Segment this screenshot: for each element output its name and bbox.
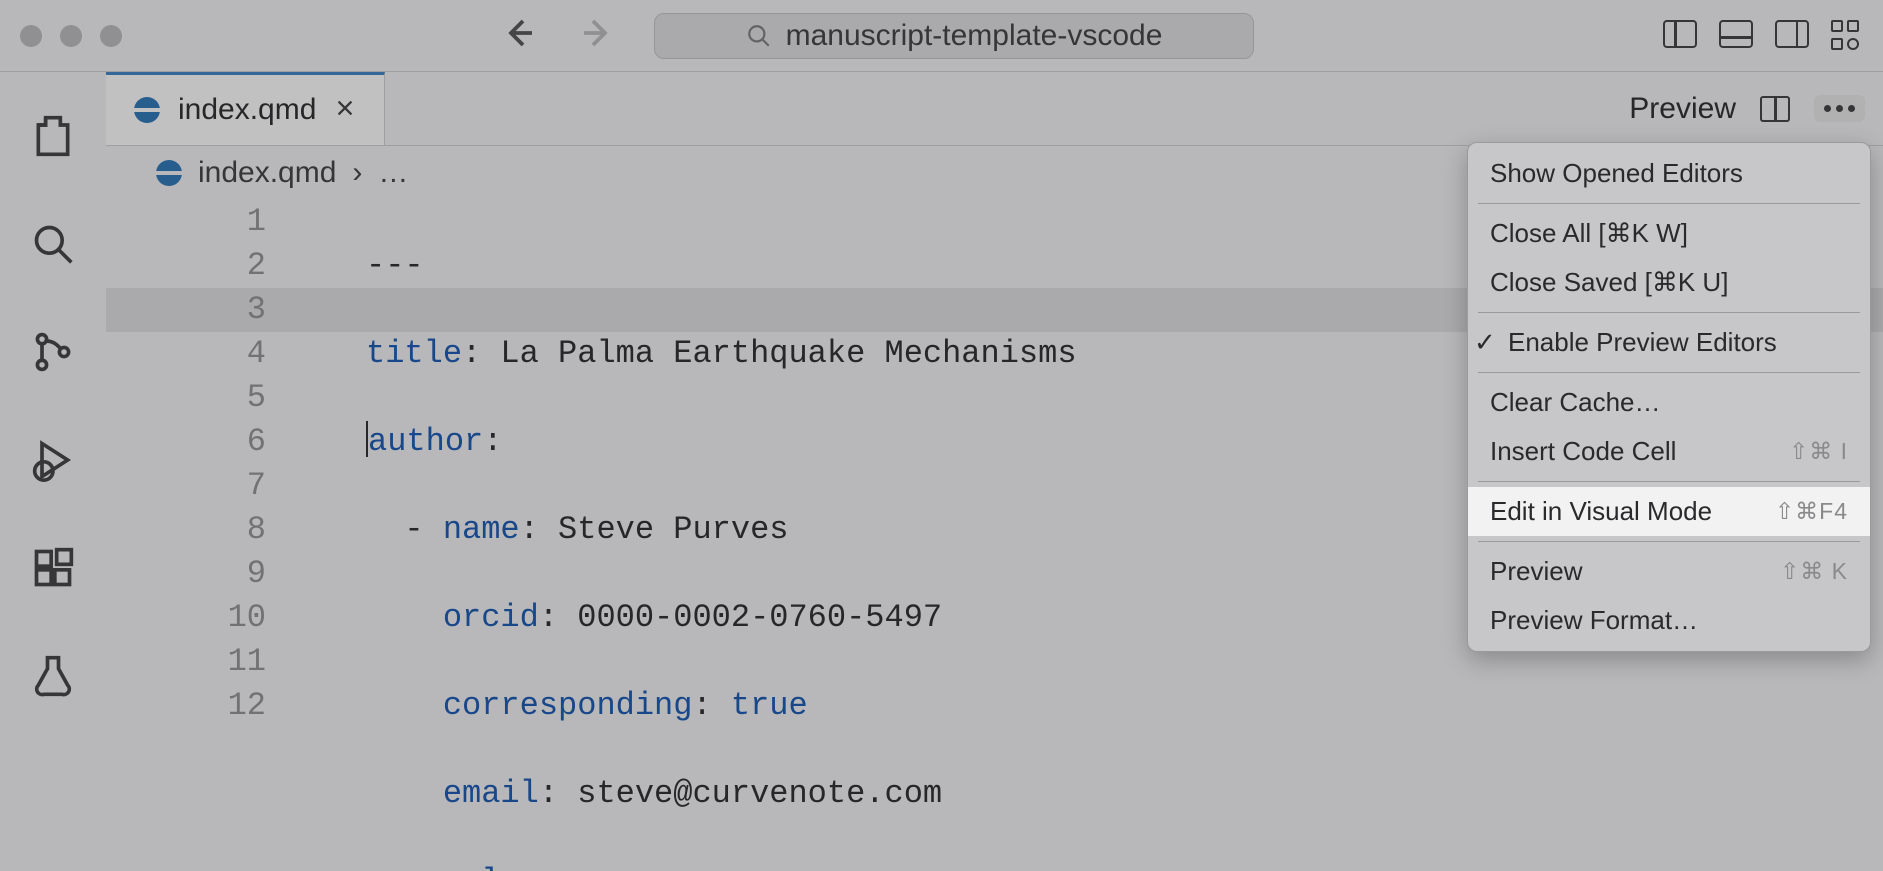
- menu-insert-code-cell[interactable]: Insert Code Cell⇧⌘ I: [1468, 427, 1870, 476]
- menu-separator: [1478, 541, 1860, 542]
- explorer-icon[interactable]: [29, 112, 77, 160]
- preview-button[interactable]: Preview: [1629, 92, 1736, 126]
- split-editor-icon[interactable]: [1760, 96, 1790, 122]
- customize-layout-icon[interactable]: [1831, 20, 1863, 52]
- quarto-file-icon: [134, 97, 160, 123]
- nav-forward-button: [578, 15, 614, 56]
- activity-bar: [0, 72, 106, 871]
- close-window-icon[interactable]: [20, 25, 42, 47]
- menu-show-opened-editors[interactable]: Show Opened Editors: [1468, 149, 1870, 198]
- menu-separator: [1478, 481, 1860, 482]
- menu-clear-cache[interactable]: Clear Cache…: [1468, 378, 1870, 427]
- check-icon: ✓: [1474, 327, 1496, 358]
- command-center[interactable]: manuscript-template-vscode: [654, 13, 1254, 59]
- editor-actions: Preview: [1629, 72, 1865, 145]
- source-control-icon[interactable]: [29, 328, 77, 376]
- menu-enable-preview-editors[interactable]: ✓Enable Preview Editors: [1468, 318, 1870, 367]
- tab-index-qmd[interactable]: index.qmd: [106, 72, 385, 145]
- menu-edit-visual-mode[interactable]: Edit in Visual Mode⇧⌘F4: [1468, 487, 1870, 536]
- editor-more-actions-menu: Show Opened Editors Close All [⌘K W] Clo…: [1467, 142, 1871, 652]
- tab-label: index.qmd: [178, 93, 316, 127]
- breadcrumb-file: index.qmd: [198, 156, 336, 190]
- more-actions-button[interactable]: [1814, 95, 1865, 122]
- menu-separator: [1478, 372, 1860, 373]
- toggle-panel-icon[interactable]: [1719, 20, 1753, 48]
- testing-icon[interactable]: [29, 652, 77, 700]
- command-center-text: manuscript-template-vscode: [786, 19, 1163, 53]
- titlebar: manuscript-template-vscode: [0, 0, 1883, 72]
- quarto-file-icon: [156, 160, 182, 186]
- chevron-right-icon: ›: [352, 156, 362, 190]
- nav-arrows: [502, 15, 614, 56]
- menu-close-saved[interactable]: Close Saved [⌘K U]: [1468, 258, 1870, 307]
- menu-close-all[interactable]: Close All [⌘K W]: [1468, 209, 1870, 258]
- zoom-window-icon[interactable]: [100, 25, 122, 47]
- toggle-secondary-sidebar-icon[interactable]: [1775, 20, 1809, 48]
- search-icon: [746, 23, 772, 49]
- menu-separator: [1478, 312, 1860, 313]
- minimize-window-icon[interactable]: [60, 25, 82, 47]
- tab-close-button[interactable]: [334, 93, 356, 127]
- search-icon[interactable]: [29, 220, 77, 268]
- nav-back-button[interactable]: [502, 15, 538, 56]
- extensions-icon[interactable]: [29, 544, 77, 592]
- breadcrumb-rest: …: [378, 156, 408, 190]
- window-controls: [20, 25, 122, 47]
- tab-bar: index.qmd Preview: [106, 72, 1883, 146]
- toggle-primary-sidebar-icon[interactable]: [1663, 20, 1697, 48]
- layout-controls: [1663, 20, 1863, 52]
- run-debug-icon[interactable]: [29, 436, 77, 484]
- menu-preview[interactable]: Preview⇧⌘ K: [1468, 547, 1870, 596]
- line-numbers: 123456789101112: [106, 200, 316, 728]
- menu-preview-format[interactable]: Preview Format…: [1468, 596, 1870, 645]
- menu-separator: [1478, 203, 1860, 204]
